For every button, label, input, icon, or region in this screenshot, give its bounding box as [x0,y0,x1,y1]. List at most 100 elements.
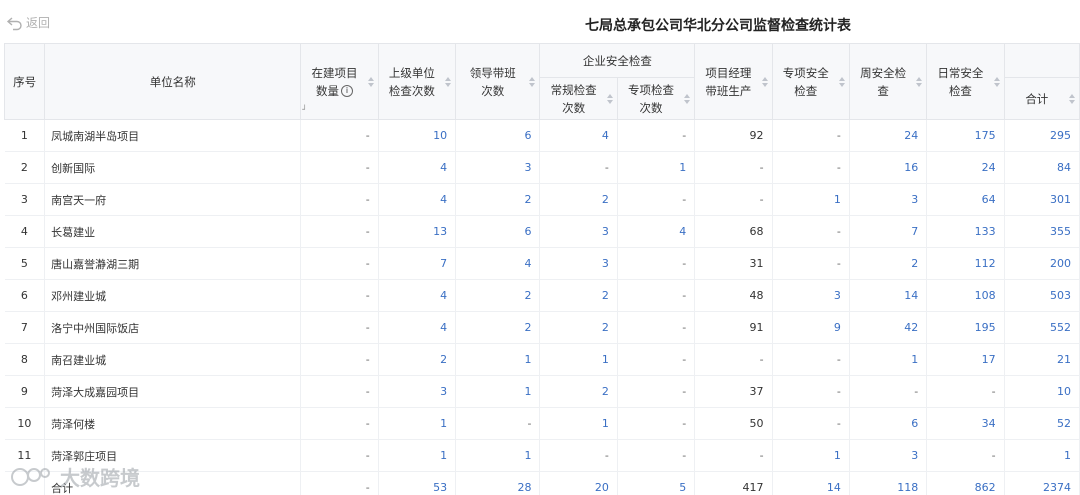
cell-special-safety[interactable]: 3 [772,279,850,312]
cell-weekly[interactable]: 6 [849,407,928,440]
cell-total[interactable]: 52 [1004,407,1080,440]
cell-weekly[interactable]: 1 [849,343,928,376]
sort-icon[interactable] [684,93,691,104]
cell-routine[interactable]: 1 [539,343,618,376]
cell-weekly[interactable]: 3 [849,183,928,216]
cell-leader[interactable]: 2 [455,279,541,312]
cell-routine[interactable]: 2 [539,311,618,344]
cell-routine[interactable]: 3 [539,247,618,280]
cell-leader[interactable]: 28 [455,471,541,495]
cell-superior[interactable]: 4 [378,183,457,216]
cell-daily[interactable]: 17 [926,343,1005,376]
row-index: 5 [4,247,46,280]
cell-total[interactable]: 1 [1004,439,1080,472]
cell-superior[interactable]: 2 [378,343,457,376]
cell-total[interactable]: 2374 [1004,471,1080,495]
cell-total[interactable]: 552 [1004,311,1080,344]
cell-total[interactable]: 10 [1004,375,1080,408]
sort-icon[interactable] [445,76,452,87]
cell-superior[interactable]: 13 [378,215,457,248]
cell-daily[interactable]: 34 [926,407,1005,440]
cell-daily[interactable]: 24 [926,151,1005,184]
cell-superior[interactable]: 4 [378,151,457,184]
cell-leader[interactable]: 2 [455,311,541,344]
info-icon[interactable]: i [341,85,354,97]
cell-weekly[interactable]: 3 [849,439,928,472]
cell-total[interactable]: 200 [1004,247,1080,280]
col-total-header[interactable]: 合计 [1003,77,1080,120]
sort-icon[interactable] [761,76,768,87]
col-routine-header[interactable]: 常规检查 次数 [539,77,618,120]
cell-daily[interactable]: 108 [926,279,1005,312]
sort-icon[interactable] [993,76,1000,87]
cell-routine[interactable]: 2 [539,279,618,312]
col-weekly-header[interactable]: 周安全检查 [848,43,928,120]
cell-routine[interactable]: 1 [539,407,618,440]
cell-superior[interactable]: 7 [378,247,457,280]
col-projects-header[interactable]: 在建项目 数量 i ┘ [300,43,379,120]
cell-weekly[interactable]: 16 [849,151,928,184]
sort-icon[interactable] [529,76,536,87]
cell-superior[interactable]: 1 [378,407,457,440]
col-superior-header[interactable]: 上级单位 检查次数 [377,43,457,120]
cell-daily[interactable]: 64 [926,183,1005,216]
cell-total[interactable]: 295 [1004,119,1080,152]
cell-leader[interactable]: 6 [455,119,541,152]
cell-weekly[interactable]: 14 [849,279,928,312]
cell-superior[interactable]: 4 [378,279,457,312]
cell-routine[interactable]: 2 [539,183,618,216]
col-leader-header[interactable]: 领导带班 次数 [455,43,541,120]
sort-icon[interactable] [367,76,374,87]
cell-daily[interactable]: 175 [926,119,1005,152]
cell-weekly[interactable]: 2 [849,247,928,280]
cell-total[interactable]: 84 [1004,151,1080,184]
cell-weekly[interactable]: 7 [849,215,928,248]
cell-weekly[interactable]: 42 [849,311,928,344]
cell-weekly[interactable]: 118 [849,471,928,495]
cell-leader[interactable]: 2 [455,183,541,216]
cell-total[interactable]: 21 [1004,343,1080,376]
cell-leader[interactable]: 1 [455,439,541,472]
cell-daily[interactable]: 112 [926,247,1005,280]
cell-leader[interactable]: 6 [455,215,541,248]
cell-superior[interactable]: 53 [378,471,457,495]
cell-total[interactable]: 301 [1004,183,1080,216]
cell-special-safety[interactable]: 9 [772,311,850,344]
cell-special[interactable]: 5 [617,471,696,495]
cell-daily[interactable]: 862 [926,471,1005,495]
sort-icon[interactable] [606,93,613,104]
cell-special[interactable]: 4 [617,215,696,248]
col-daily-header[interactable]: 日常安全 检查 [926,43,1005,120]
sort-icon[interactable] [838,76,845,87]
back-button[interactable]: 返回 [6,14,50,31]
cell-routine[interactable]: 4 [539,119,618,152]
back-label: 返回 [26,16,51,30]
resize-handle-icon[interactable]: ┘ [302,101,307,119]
cell-total[interactable]: 503 [1004,279,1080,312]
cell-leader[interactable]: 1 [455,375,541,408]
cell-routine[interactable]: 3 [539,215,618,248]
col-special-header[interactable]: 专项检查 次数 [616,77,696,120]
cell-daily[interactable]: 195 [926,311,1005,344]
cell-superior[interactable]: 1 [378,439,457,472]
cell-daily[interactable]: 133 [926,215,1005,248]
cell-leader[interactable]: 1 [455,343,541,376]
cell-special[interactable]: 1 [617,151,696,184]
cell-special-safety[interactable]: 1 [772,439,850,472]
cell-pm: 91 [694,311,773,344]
cell-superior[interactable]: 3 [378,375,457,408]
col-pm-header[interactable]: 项目经理 带班生产 [694,43,773,120]
cell-routine[interactable]: 2 [539,375,618,408]
cell-superior[interactable]: 4 [378,311,457,344]
cell-routine[interactable]: 20 [539,471,618,495]
cell-total[interactable]: 355 [1004,215,1080,248]
cell-leader[interactable]: 3 [455,151,541,184]
sort-icon[interactable] [1069,93,1075,104]
cell-leader[interactable]: 4 [455,247,541,280]
col-special-safety-header[interactable]: 专项安全 检查 [771,43,850,120]
cell-special-safety[interactable]: 1 [772,183,850,216]
sort-icon[interactable] [916,76,923,87]
cell-special-safety[interactable]: 14 [772,471,850,495]
cell-weekly[interactable]: 24 [849,119,928,152]
cell-superior[interactable]: 10 [378,119,457,152]
